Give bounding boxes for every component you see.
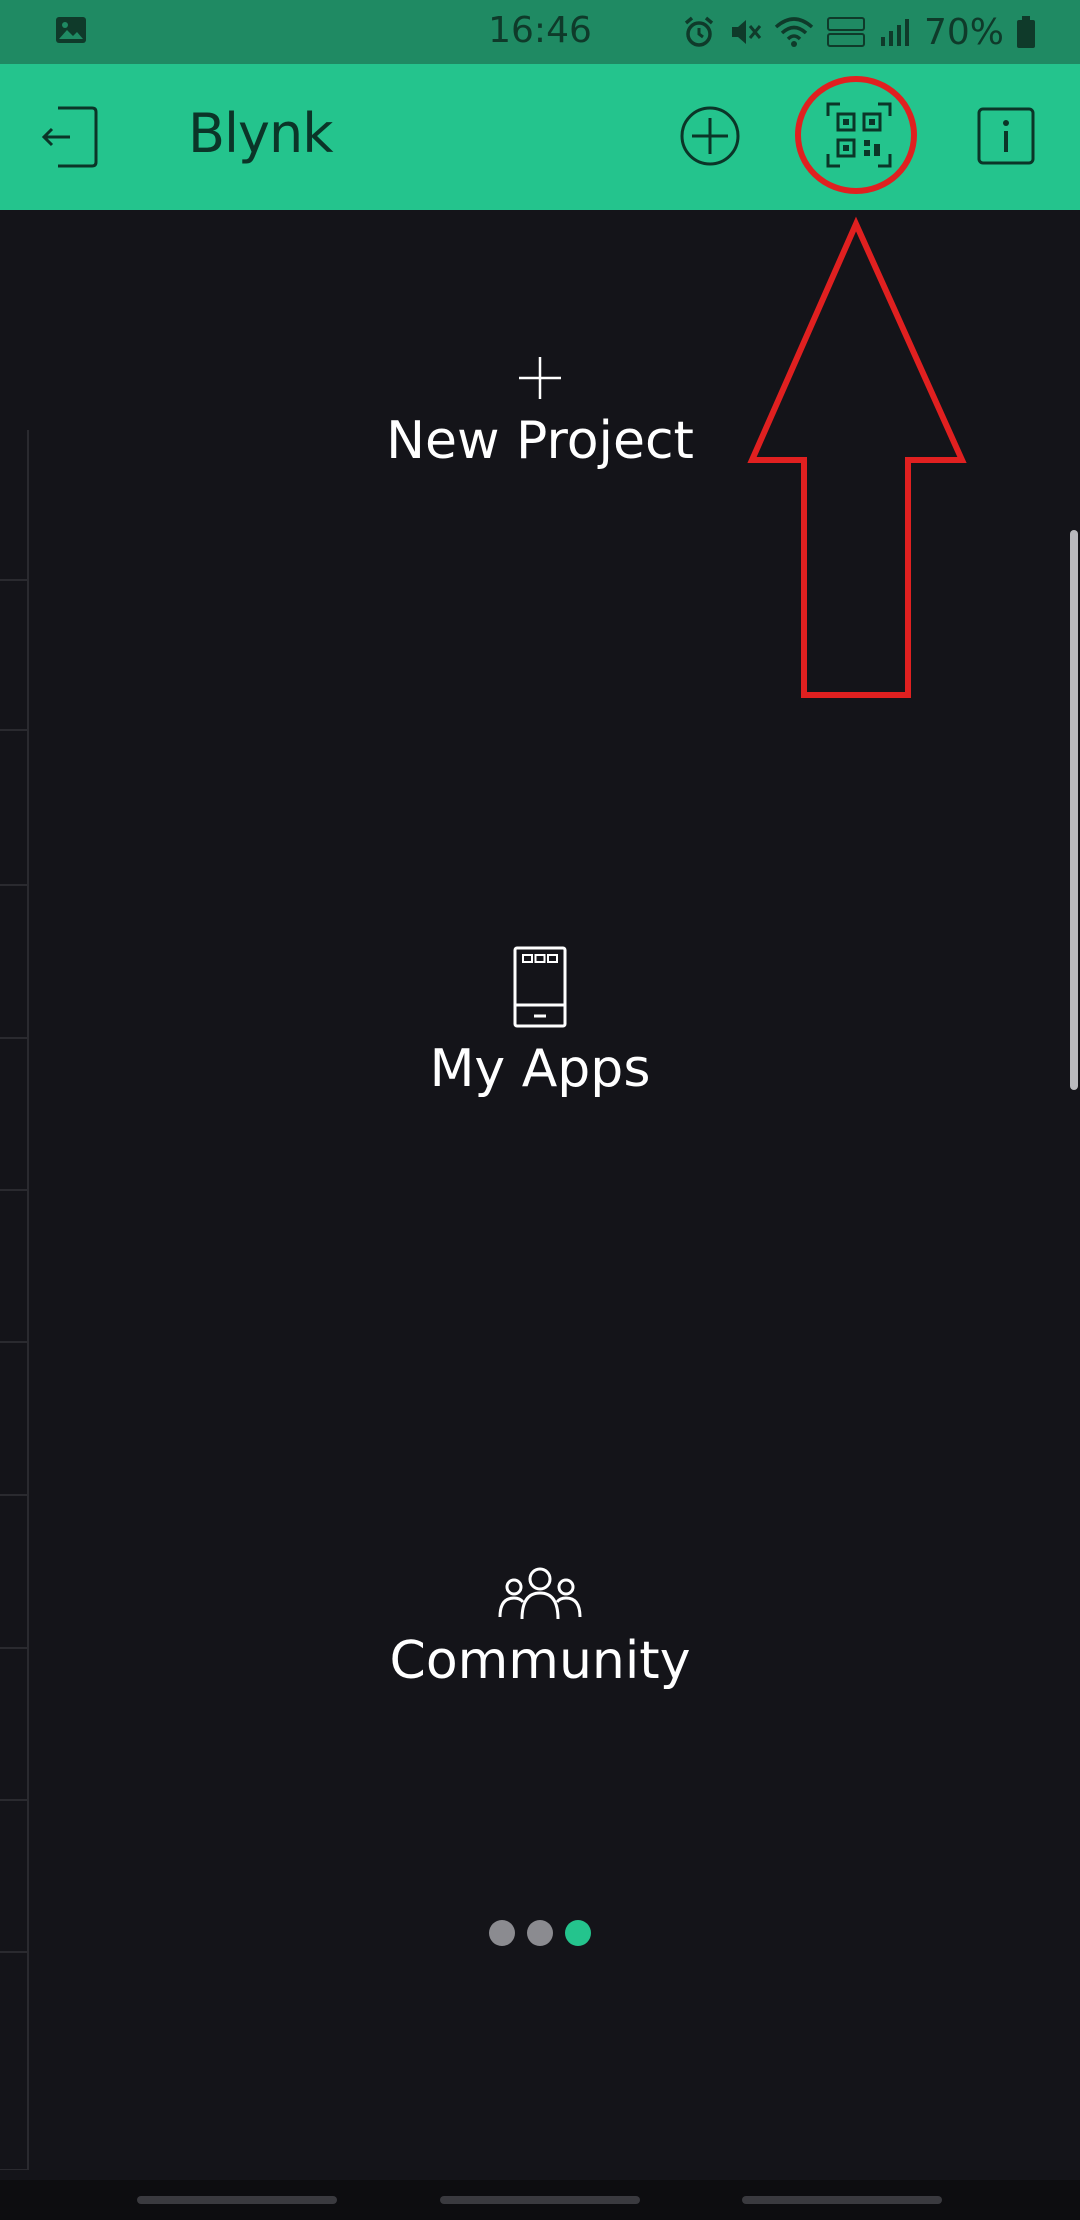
new-project-button[interactable]: New Project xyxy=(0,355,1080,471)
my-apps-label: My Apps xyxy=(429,1039,651,1099)
phone-icon xyxy=(513,946,567,1028)
nav-home[interactable] xyxy=(440,2196,640,2204)
alarm-icon xyxy=(684,16,714,47)
status-icons: 70% xyxy=(682,10,1036,54)
qr-code-icon[interactable] xyxy=(824,100,894,170)
nav-recents[interactable] xyxy=(137,2196,337,2204)
info-icon[interactable] xyxy=(976,106,1036,166)
community-label: Community xyxy=(389,1631,691,1691)
page-dot-1[interactable] xyxy=(489,1920,515,1946)
page-dot-2[interactable] xyxy=(527,1920,553,1946)
page-dot-3[interactable] xyxy=(565,1920,591,1946)
scrollbar[interactable] xyxy=(1070,530,1078,1090)
system-nav-bar xyxy=(0,2180,1080,2220)
side-panel-edge xyxy=(0,430,29,2170)
app-title: Blynk xyxy=(188,102,334,165)
volte-icon xyxy=(826,17,865,47)
new-project-label: New Project xyxy=(386,411,694,471)
page-indicator xyxy=(0,1920,1080,1946)
my-apps-button[interactable]: My Apps xyxy=(0,945,1080,1099)
main-content xyxy=(0,210,1080,2180)
nav-back[interactable] xyxy=(742,2196,942,2204)
status-bar: 16:46 70% xyxy=(0,0,1080,64)
community-button[interactable]: Community xyxy=(0,1565,1080,1691)
mute-icon xyxy=(731,20,762,44)
logout-icon[interactable] xyxy=(40,104,100,170)
battery-icon xyxy=(1017,16,1035,48)
wifi-icon xyxy=(774,17,814,47)
plus-icon xyxy=(519,357,561,399)
people-icon xyxy=(498,1567,582,1620)
battery-percent: 70% xyxy=(923,11,1004,53)
signal-icon xyxy=(880,19,909,46)
add-icon[interactable] xyxy=(678,104,742,168)
app-bar: Blynk xyxy=(0,64,1080,210)
